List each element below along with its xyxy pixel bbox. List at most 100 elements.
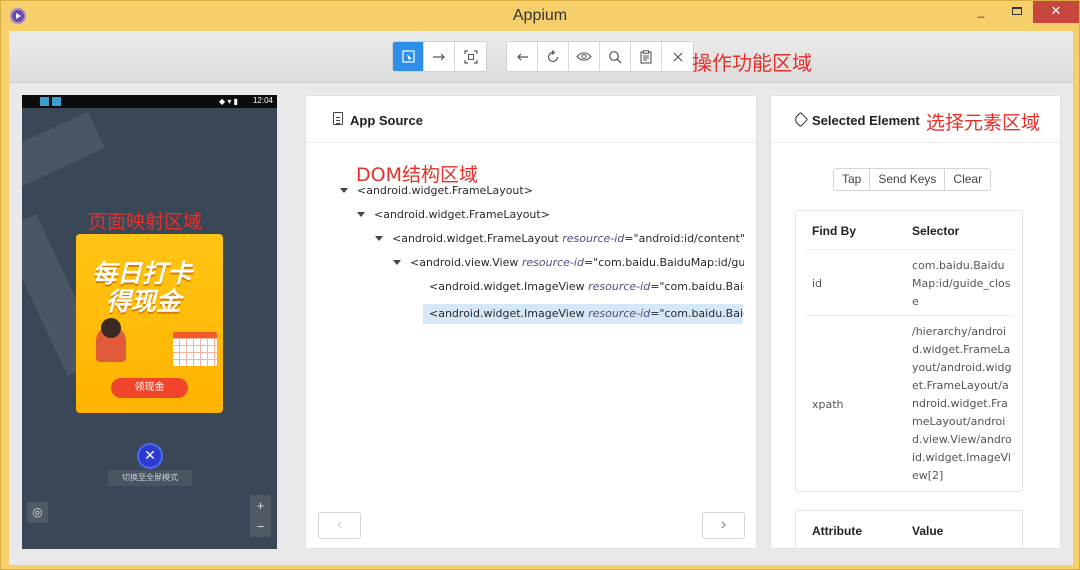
show-elements-button[interactable] bbox=[569, 42, 600, 71]
search-button[interactable] bbox=[600, 42, 631, 71]
claim-cash-button[interactable]: 领现金 bbox=[111, 378, 188, 398]
fullscreen-switch-label[interactable]: 切换至全屏模式 bbox=[108, 470, 192, 486]
appium-window: Appium _ ✕ 操作功能区域 ◆ ▾ ▮ 12:04 页面映射区域 每日打… bbox=[0, 0, 1080, 570]
toolbar-annotation: 操作功能区域 bbox=[692, 51, 812, 75]
back-button[interactable] bbox=[507, 42, 538, 71]
attribute-header: Attribute bbox=[812, 524, 862, 538]
device-screenshot[interactable]: ◆ ▾ ▮ 12:04 页面映射区域 每日打卡 得现金 领现金 ✕ 切换至全屏模… bbox=[22, 95, 277, 549]
window-title: Appium bbox=[512, 7, 568, 24]
selected-annotation: 选择元素区域 bbox=[926, 112, 1041, 134]
eye-icon bbox=[576, 52, 592, 61]
promo-title: 每日打卡 得现金 bbox=[92, 260, 192, 316]
caret-down-icon[interactable] bbox=[375, 236, 383, 241]
refresh-icon bbox=[547, 49, 559, 62]
row-divider bbox=[804, 315, 1014, 316]
tree-node-tag: <android.widget.FrameLayout bbox=[392, 232, 563, 245]
promo-title-line1: 每日打卡 bbox=[92, 259, 193, 288]
send-keys-button[interactable]: Send Keys bbox=[870, 169, 946, 190]
back-icon bbox=[516, 53, 528, 60]
tree-node[interactable]: <android.widget.ImageView resource-id="c… bbox=[429, 277, 744, 297]
notification-icon bbox=[52, 97, 61, 106]
tree-node-tag: <android.widget.ImageView bbox=[429, 280, 589, 293]
tag-icon bbox=[792, 111, 809, 128]
tree-node[interactable]: <android.widget.FrameLayout> bbox=[357, 205, 550, 225]
zoom-out-button[interactable]: − bbox=[250, 516, 271, 537]
tree-node-value: ="com.baidu.BaiduMap:id/guide bbox=[583, 256, 744, 269]
tree-node-attr: resource-id bbox=[521, 256, 584, 269]
swipe-icon bbox=[433, 53, 445, 60]
tap-coordinates-icon bbox=[463, 49, 478, 64]
tree-node[interactable]: <android.view.View resource-id="com.baid… bbox=[393, 253, 744, 273]
close-window-button[interactable]: ✕ bbox=[1033, 1, 1079, 23]
tree-node-attr: resource-id bbox=[588, 307, 651, 320]
selector-header: Selector bbox=[912, 224, 960, 238]
status-bar: ◆ ▾ ▮ 12:04 bbox=[22, 95, 277, 108]
prev-page-button[interactable]: ‹ bbox=[318, 512, 361, 539]
tree-node-tag: <android.widget.ImageView bbox=[429, 307, 589, 320]
tap-coordinates-button[interactable] bbox=[455, 42, 486, 71]
tree-node[interactable]: <android.widget.FrameLayout> bbox=[340, 181, 533, 201]
toolbar: 操作功能区域 bbox=[9, 31, 1073, 83]
tree-node-value: ="com.baidu.BaiduM bbox=[650, 307, 744, 320]
guide-close-button[interactable]: ✕ bbox=[137, 443, 163, 469]
search-icon bbox=[609, 50, 622, 63]
selector-value[interactable]: com.baidu.BaiduMap:id/guide_close bbox=[912, 257, 1012, 311]
find-by-key: xpath bbox=[812, 398, 844, 411]
mode-button-group bbox=[392, 41, 487, 72]
source-tree: <android.widget.FrameLayout> <android.wi… bbox=[306, 96, 744, 336]
row-divider bbox=[804, 249, 1014, 250]
tree-node-tag: <android.view.View bbox=[410, 256, 522, 269]
maximize-icon bbox=[1012, 7, 1022, 15]
clear-button[interactable]: Clear bbox=[945, 169, 991, 190]
minimize-button[interactable]: _ bbox=[967, 1, 995, 23]
swipe-button[interactable] bbox=[424, 42, 455, 71]
promo-figure-head bbox=[101, 318, 121, 338]
zoom-control: + − bbox=[250, 495, 271, 537]
quit-session-button[interactable] bbox=[662, 42, 693, 71]
status-time: 12:04 bbox=[252, 96, 273, 105]
device-annotation: 页面映射区域 bbox=[88, 211, 203, 233]
select-elements-button[interactable] bbox=[393, 42, 424, 71]
selector-value[interactable]: /hierarchy/android.widget.FrameLayout/an… bbox=[912, 323, 1012, 485]
tree-node-attr: resource-id bbox=[588, 280, 651, 293]
tree-node[interactable]: <android.widget.FrameLayout resource-id=… bbox=[375, 229, 744, 249]
element-actions: Tap Send Keys Clear bbox=[833, 168, 992, 191]
find-by-key: id bbox=[812, 277, 823, 290]
promo-title-line2: 得现金 bbox=[106, 287, 182, 316]
maximize-button[interactable] bbox=[1003, 1, 1031, 23]
select-icon bbox=[401, 50, 415, 63]
selected-element-header: Selected Element 选择元素区域 bbox=[771, 96, 1060, 143]
tree-node-attr: resource-id bbox=[562, 232, 625, 245]
tree-node-tag: <android.widget.FrameLayout> bbox=[374, 208, 550, 221]
zoom-in-button[interactable]: + bbox=[250, 495, 271, 516]
find-by-header: Find By bbox=[812, 224, 856, 238]
calendar-icon bbox=[173, 332, 217, 366]
caret-down-icon[interactable] bbox=[357, 212, 365, 217]
close-icon bbox=[673, 52, 682, 61]
map-shape bbox=[22, 111, 105, 199]
inspector-client: 操作功能区域 ◆ ▾ ▮ 12:04 页面映射区域 每日打卡 得现金 领现金 ✕… bbox=[9, 31, 1073, 565]
tree-node-value: ="android:id/content"> bbox=[624, 232, 744, 245]
title-bar[interactable]: Appium _ ✕ bbox=[1, 1, 1079, 31]
notification-icon bbox=[40, 97, 49, 106]
value-header: Value bbox=[912, 524, 944, 538]
attribute-table: Attribute Value bbox=[795, 510, 1023, 548]
app-source-panel: App Source DOM结构区域 <android.widget.Frame… bbox=[305, 95, 757, 549]
action-button-group bbox=[506, 41, 694, 72]
caret-down-icon[interactable] bbox=[393, 260, 401, 265]
tree-node-selected[interactable]: <android.widget.ImageView resource-id="c… bbox=[423, 304, 744, 324]
next-page-button[interactable]: › bbox=[702, 512, 745, 539]
locate-icon[interactable]: ◎ bbox=[27, 502, 48, 523]
tree-node-tag: <android.widget.FrameLayout> bbox=[357, 184, 533, 197]
selected-element-panel: Selected Element 选择元素区域 Tap Send Keys Cl… bbox=[770, 95, 1061, 549]
caret-down-icon[interactable] bbox=[340, 188, 348, 193]
find-by-table: Find By Selector id com.baidu.BaiduMap:i… bbox=[795, 210, 1023, 492]
tree-node-value: ="com.baidu.BaiduM bbox=[650, 280, 744, 293]
promo-banner[interactable]: 每日打卡 得现金 领现金 bbox=[76, 234, 223, 413]
clipboard-icon bbox=[640, 49, 652, 64]
copy-xml-button[interactable] bbox=[631, 42, 662, 71]
tap-button[interactable]: Tap bbox=[834, 169, 871, 190]
selected-element-title: Selected Element bbox=[812, 113, 920, 128]
signal-icon: ◆ ▾ ▮ bbox=[219, 97, 239, 106]
refresh-button[interactable] bbox=[538, 42, 569, 71]
